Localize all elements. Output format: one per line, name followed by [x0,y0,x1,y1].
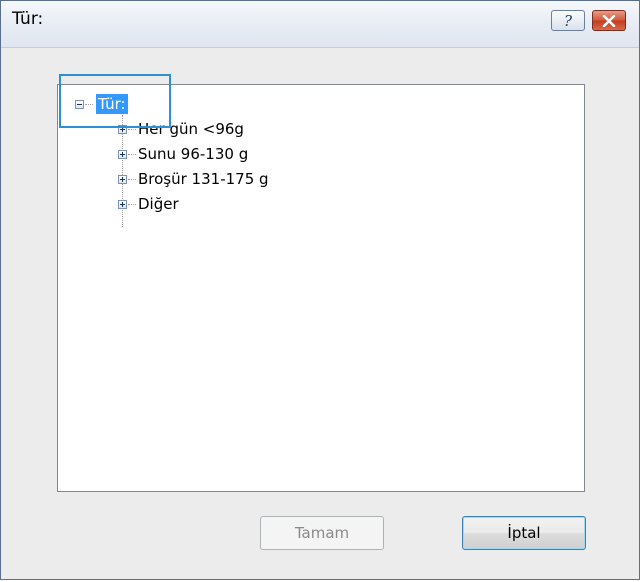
tree-item-other[interactable]: Diğer [138,194,179,214]
expand-toggle-other[interactable] [118,200,127,209]
tree-connector-1 [128,129,136,130]
tree-item-brochure[interactable]: Broşür 131-175 g [138,169,269,189]
highlight-callout [59,74,171,128]
tree-connector-3 [128,179,136,180]
cancel-button[interactable]: İptal [462,516,586,550]
help-button[interactable]: ? [551,10,585,31]
ok-button[interactable]: Tamam [260,516,384,550]
close-button[interactable] [592,10,626,31]
dialog-window: Tür: ? Tür: Her gün <96g Sunu 96-130 g B… [0,0,640,580]
window-title: Tür: [12,9,44,29]
expand-toggle-presentation[interactable] [118,150,127,159]
question-icon: ? [563,11,573,30]
dialog-body: Tür: Her gün <96g Sunu 96-130 g Broşür 1… [1,48,639,579]
close-icon [602,14,616,27]
title-bar[interactable]: Tür: ? [1,1,639,48]
tree-connector-4 [128,204,136,205]
tree-item-presentation[interactable]: Sunu 96-130 g [138,144,248,164]
tree-connector-2 [128,154,136,155]
media-type-tree[interactable]: Tür: Her gün <96g Sunu 96-130 g Broşür 1… [57,84,585,492]
expand-toggle-brochure[interactable] [118,175,127,184]
